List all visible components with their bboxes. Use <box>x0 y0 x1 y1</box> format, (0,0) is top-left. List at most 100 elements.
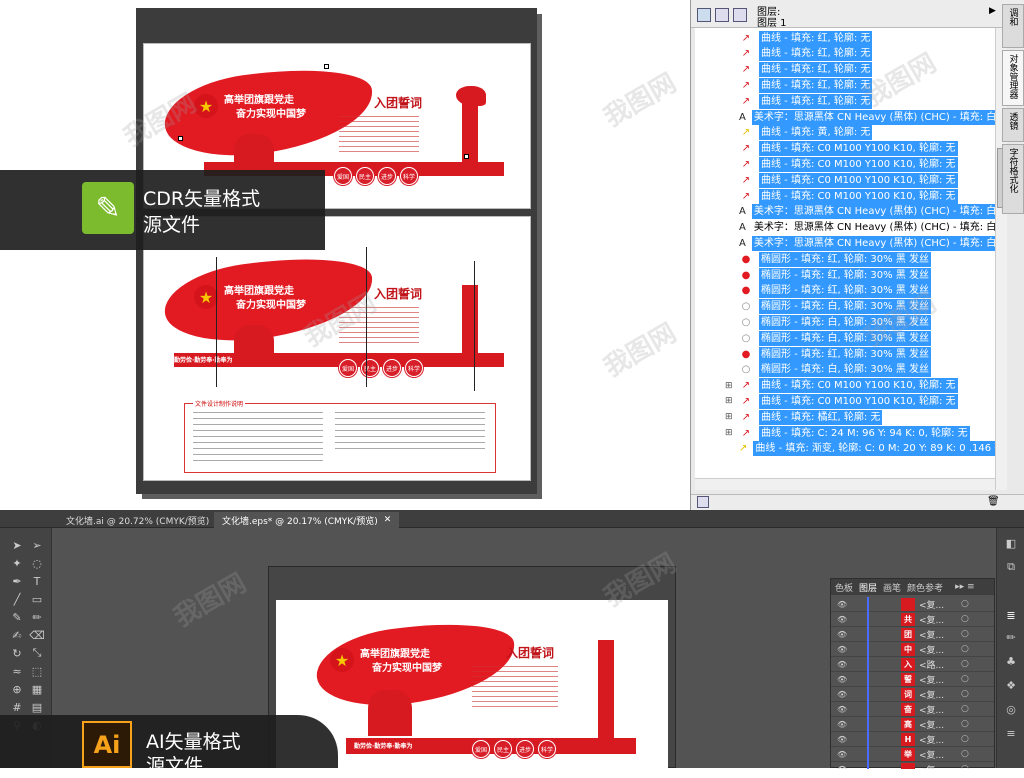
visibility-eye-icon[interactable]: 👁 <box>837 600 847 609</box>
object-row[interactable]: A 美术字：思源黑体 CN Heavy (黑体) (CHC) - 填充: 白, 轮 <box>695 235 995 251</box>
symbols-panel-icon[interactable]: ♣ <box>1002 652 1020 670</box>
delete-icon[interactable]: 🗑 <box>987 496 1000 507</box>
expand-icon[interactable]: ⊞ <box>725 381 733 391</box>
tab-blend[interactable]: 调和 <box>1002 4 1024 48</box>
object-row[interactable]: ↗ 曲线 - 填充: C0 M100 Y100 K10, 轮廓: 无 <box>695 156 995 172</box>
visibility-eye-icon[interactable]: 👁 <box>837 660 847 669</box>
show-properties-button[interactable] <box>697 8 711 22</box>
blob-brush-tool-icon[interactable]: ✍ <box>8 626 26 644</box>
visibility-eye-icon[interactable]: 👁 <box>837 690 847 699</box>
object-row[interactable]: ● 椭圆形 - 填充: 红, 轮廓: 30% 黑 发丝 <box>695 346 995 362</box>
target-icon[interactable]: ○ <box>961 599 969 609</box>
direct-selection-tool-icon[interactable]: ➢ <box>28 536 46 554</box>
visibility-eye-icon[interactable]: 👁 <box>837 720 847 729</box>
layers-panel[interactable]: 色板 图层 画笔 颜色参考 ▸▸ ≡ 👁 <复... ○ 👁 共 <复... ○ 👁 团 <复..… <box>830 578 995 770</box>
color-panel-icon[interactable]: ◧ <box>1002 534 1020 552</box>
object-row[interactable]: ↗ 曲线 - 填充: 黄, 轮廓: 无 <box>695 125 995 141</box>
visibility-eye-icon[interactable]: 👁 <box>837 615 847 624</box>
object-row[interactable]: ○ 椭圆形 - 填充: 白, 轮廓: 30% 黑 发丝 <box>695 299 995 315</box>
stroke-panel-icon[interactable]: ≡ <box>1002 724 1020 742</box>
layer-row[interactable]: 👁 H <复... ○ <box>831 732 994 747</box>
object-row[interactable]: ○ 椭圆形 - 填充: 白, 轮廓: 30% 黑 发丝 <box>695 330 995 346</box>
artwork-panel-bottom[interactable]: ★ 高举团旗跟党走 奋力实现中国梦 入团誓词 勤劳俭·勤劳奉·勤奉为 爱国 民主… <box>143 216 531 481</box>
object-row[interactable]: ● 椭圆形 - 填充: 红, 轮廓: 30% 黑 发丝 <box>695 283 995 299</box>
rotate-tool-icon[interactable]: ↻ <box>8 644 26 662</box>
visibility-eye-icon[interactable]: 👁 <box>837 675 847 684</box>
tab-object-manager[interactable]: 对象管理器 <box>1002 50 1024 106</box>
eraser-tool-icon[interactable]: ⌫ <box>28 626 46 644</box>
target-icon[interactable]: ○ <box>961 614 969 624</box>
lasso-tool-icon[interactable]: ◌ <box>28 554 46 572</box>
tab-layers[interactable]: 图层 <box>859 581 877 594</box>
target-icon[interactable]: ○ <box>961 719 969 729</box>
visibility-eye-icon[interactable]: 👁 <box>837 735 847 744</box>
new-layer-button[interactable] <box>697 496 709 508</box>
tab-document-eps[interactable]: 文化墙.eps* @ 20.17% (CMYK/预览) ✕ <box>214 512 400 528</box>
rectangle-tool-icon[interactable]: ▭ <box>28 590 46 608</box>
object-row[interactable]: ● 椭圆形 - 填充: 红, 轮廓: 30% 黑 发丝 <box>695 251 995 267</box>
object-row[interactable]: ⊞ ↗ 曲线 - 填充: C0 M100 Y100 K10, 轮廓: 无 <box>695 393 995 409</box>
object-row[interactable]: ↗ 曲线 - 填充: C0 M100 Y100 K10, 轮廓: 无 <box>695 188 995 204</box>
om-hscrollbar[interactable] <box>695 478 995 490</box>
object-row[interactable]: ↗ 曲线 - 填充: 红, 轮廓: 无 <box>695 62 995 78</box>
tab-swatches[interactable]: 色板 <box>835 581 853 594</box>
object-row[interactable]: ↗ 曲线 - 填充: C0 M100 Y100 K10, 轮廓: 无 <box>695 172 995 188</box>
visibility-eye-icon[interactable]: 👁 <box>837 705 847 714</box>
free-transform-tool-icon[interactable]: ⬚ <box>28 662 46 680</box>
target-icon[interactable]: ○ <box>961 644 969 654</box>
layer-manager-view-button[interactable] <box>733 8 747 22</box>
tab-brushes[interactable]: 画笔 <box>883 581 901 594</box>
panel-menu-icon[interactable]: ▸▸ ≡ <box>955 582 974 592</box>
brush-tool-icon[interactable]: ✎ <box>8 608 26 626</box>
layers-panel-icon[interactable]: ≣ <box>1002 606 1020 624</box>
visibility-eye-icon[interactable]: 👁 <box>837 630 847 639</box>
tab-character-format[interactable]: 字符格式化 <box>1002 144 1024 214</box>
layer-row[interactable]: 👁 共 <复... ○ <box>831 612 994 627</box>
object-row[interactable]: ⊞ ↗ 曲线 - 填充: C: 24 M: 96 Y: 94 K: 0, 轮廓: 无 <box>695 425 995 441</box>
object-row[interactable]: ○ 椭圆形 - 填充: 白, 轮廓: 30% 黑 发丝 <box>695 314 995 330</box>
object-row[interactable]: A 美术字：思源黑体 CN Heavy (黑体) (CHC) - 填充: 白, 轮 <box>695 204 995 220</box>
tab-close-icon[interactable]: ✕ <box>384 515 392 525</box>
target-icon[interactable]: ○ <box>961 704 969 714</box>
tab-color-guide[interactable]: 颜色参考 <box>907 581 943 594</box>
target-icon[interactable]: ○ <box>961 674 969 684</box>
object-tree[interactable]: ↗ 曲线 - 填充: 红, 轮廓: 无 ↗ 曲线 - 填充: 红, 轮廓: 无 ↗ 曲线 … <box>695 28 995 490</box>
scale-tool-icon[interactable]: ⤡ <box>28 644 46 662</box>
tab-document-ai[interactable]: 文化墙.ai @ 20.72% (CMYK/预览) ✕ <box>58 512 231 528</box>
object-row[interactable]: ↗ 曲线 - 填充: 渐变, 轮廓: C: 0 M: 20 Y: 89 K: 0 … <box>695 441 995 457</box>
target-icon[interactable]: ○ <box>961 734 969 744</box>
edit-across-layers-button[interactable] <box>715 8 729 22</box>
object-row[interactable]: ↗ 曲线 - 填充: 红, 轮廓: 无 <box>695 93 995 109</box>
expand-icon[interactable]: ⊞ <box>725 428 733 438</box>
target-icon[interactable]: ○ <box>961 629 969 639</box>
object-row[interactable]: A 美术字：思源黑体 CN Heavy (黑体) (CHC) - 填充: 白, 轮… <box>695 220 995 236</box>
layer-row[interactable]: 👁 入 <路... ○ <box>831 657 994 672</box>
selection-handle[interactable] <box>178 136 183 141</box>
object-row[interactable]: ↗ 曲线 - 填充: 红, 轮廓: 无 <box>695 46 995 62</box>
layer-row[interactable]: 👁 誓 <复... ○ <box>831 672 994 687</box>
selection-tool-icon[interactable]: ➤ <box>8 536 26 554</box>
brushes-panel-icon[interactable]: ✏ <box>1002 628 1020 646</box>
visibility-eye-icon[interactable]: 👁 <box>837 765 847 770</box>
selection-handle[interactable] <box>464 154 469 159</box>
visibility-eye-icon[interactable]: 👁 <box>837 645 847 654</box>
layer-row[interactable]: 👁 团 <复... ○ <box>831 627 994 642</box>
expand-icon[interactable]: ⊞ <box>725 412 733 422</box>
pen-tool-icon[interactable]: ✒ <box>8 572 26 590</box>
layer-row[interactable]: 👁 举 <复... ○ <box>831 747 994 762</box>
appearance-panel-icon[interactable]: ◎ <box>1002 700 1020 718</box>
magic-wand-tool-icon[interactable]: ✦ <box>8 554 26 572</box>
mesh-tool-icon[interactable]: # <box>8 698 26 716</box>
selection-handle[interactable] <box>324 64 329 69</box>
warp-tool-icon[interactable]: ≈ <box>8 662 26 680</box>
type-tool-icon[interactable]: T <box>28 572 46 590</box>
shape-builder-tool-icon[interactable]: ⊕ <box>8 680 26 698</box>
object-row[interactable]: ↗ 曲线 - 填充: C0 M100 Y100 K10, 轮廓: 无 <box>695 141 995 157</box>
expand-icon[interactable]: ⊞ <box>725 396 733 406</box>
target-icon[interactable]: ○ <box>961 749 969 759</box>
target-icon[interactable]: ○ <box>961 764 969 769</box>
line-tool-icon[interactable]: ╱ <box>8 590 26 608</box>
layer-row[interactable]: 👁 中 <复... ○ <box>831 642 994 657</box>
layer-row[interactable]: 👁 词 <复... ○ <box>831 687 994 702</box>
target-icon[interactable]: ○ <box>961 689 969 699</box>
